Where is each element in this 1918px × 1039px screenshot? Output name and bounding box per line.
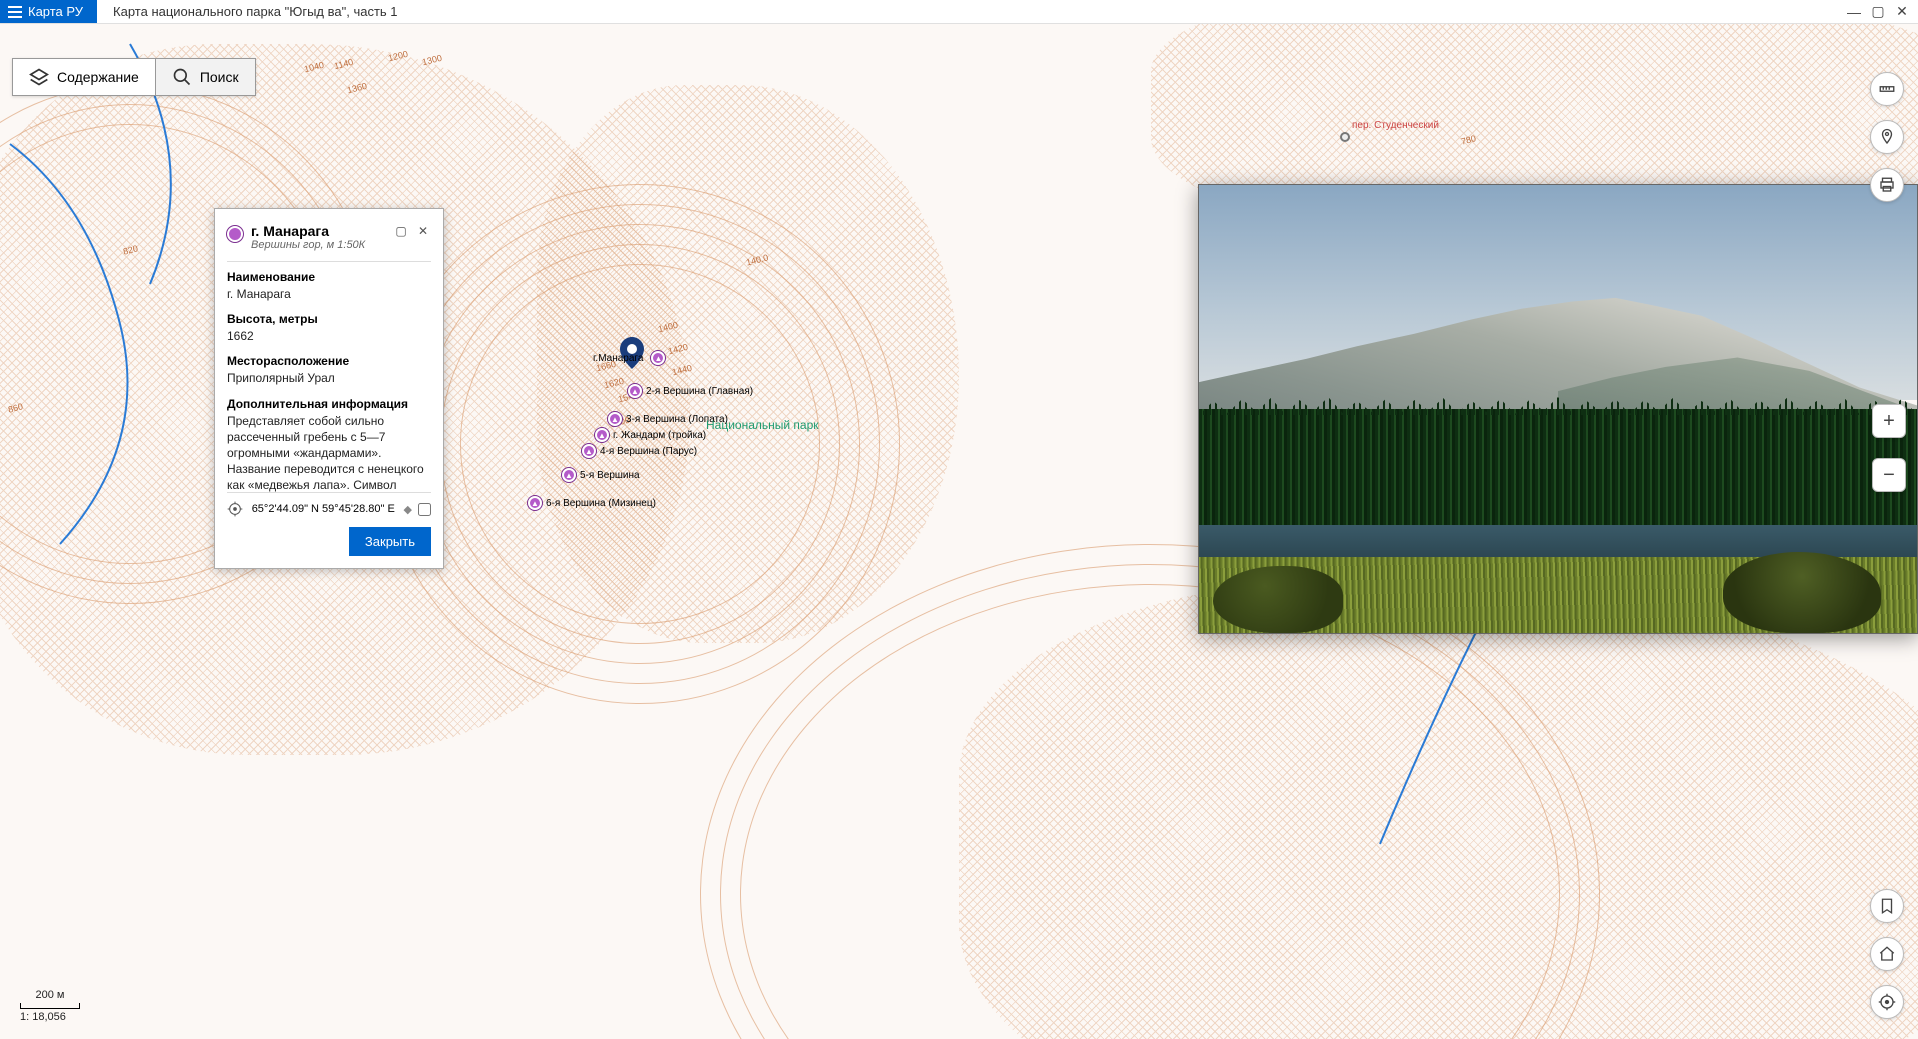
peak-icon: ▲ bbox=[628, 384, 642, 398]
peak-type-icon bbox=[227, 226, 243, 242]
search-icon bbox=[172, 67, 192, 87]
photo-overlay[interactable] bbox=[1198, 184, 1918, 634]
bottom-tools bbox=[1870, 889, 1904, 1019]
peak-marker[interactable]: ▲ 6-я Вершина (Мизинец) bbox=[528, 496, 656, 510]
popup-close-button[interactable]: ✕ bbox=[415, 223, 431, 239]
field-label: Месторасположение bbox=[227, 354, 427, 368]
zoom-in-button[interactable]: + bbox=[1872, 404, 1906, 438]
search-label: Поиск bbox=[200, 69, 239, 85]
peak-label: 6-я Вершина (Мизинец) bbox=[546, 498, 656, 509]
popup-maximize-button[interactable]: ▢ bbox=[393, 223, 409, 239]
field-label: Высота, метры bbox=[227, 312, 427, 326]
pass-icon bbox=[1340, 132, 1350, 142]
peak-label: 2-я Вершина (Главная) bbox=[646, 386, 753, 397]
peak-label: г. Жандарм (тройка) bbox=[613, 430, 706, 441]
peak-icon: ▲ bbox=[582, 444, 596, 458]
peak-marker[interactable]: г.Манарага ▲ bbox=[593, 351, 665, 365]
scale-bar: 200 м 1: 18,056 bbox=[20, 989, 80, 1023]
scale-ratio: 1: 18,056 bbox=[20, 1011, 80, 1023]
peak-label: 4-я Вершина (Парус) bbox=[600, 446, 697, 457]
coord-checkbox[interactable] bbox=[418, 503, 431, 516]
measure-tool[interactable] bbox=[1870, 72, 1904, 106]
maximize-button[interactable]: ▢ bbox=[1868, 2, 1888, 22]
menu-icon[interactable] bbox=[8, 6, 22, 18]
peak-marker[interactable]: ▲ г. Жандарм (тройка) bbox=[595, 428, 706, 442]
app-name: Карта РУ bbox=[28, 4, 83, 19]
side-tools bbox=[1870, 72, 1904, 202]
field-value: г. Манарага bbox=[227, 286, 427, 302]
feature-popup: г. Манарага Вершины гор, м 1:50К ▢ ✕ Наи… bbox=[214, 208, 444, 569]
map-title: Карта национального парка "Югыд ва", час… bbox=[97, 4, 1844, 19]
field-value: 1662 bbox=[227, 328, 427, 344]
geolocate-tool[interactable] bbox=[1870, 985, 1904, 1019]
peak-marker[interactable]: ▲ 4-я Вершина (Парус) bbox=[582, 444, 697, 458]
field-label: Дополнительная информация bbox=[227, 397, 427, 411]
close-window-button[interactable]: ✕ bbox=[1892, 2, 1912, 22]
pin-tool[interactable] bbox=[1870, 120, 1904, 154]
park-label: Национальный парк bbox=[706, 418, 819, 432]
peak-marker[interactable]: ▲ 2-я Вершина (Главная) bbox=[628, 384, 753, 398]
peak-label: 5-я Вершина bbox=[580, 470, 640, 481]
coordinates: 65°2'44.09" N 59°45'28.80" E bbox=[249, 503, 398, 515]
home-tool[interactable] bbox=[1870, 937, 1904, 971]
locate-icon[interactable] bbox=[227, 501, 243, 517]
peak-icon: ▲ bbox=[608, 412, 622, 426]
popup-body[interactable]: Наименование г. Манарага Высота, метры 166… bbox=[227, 262, 431, 492]
search-button[interactable]: Поиск bbox=[156, 59, 255, 95]
peak-icon: ▲ bbox=[528, 496, 542, 510]
peak-icon: ▲ bbox=[595, 428, 609, 442]
contents-label: Содержание bbox=[57, 69, 139, 85]
peak-label: г.Манарага bbox=[593, 353, 643, 364]
pass-label: пер. Студенческий bbox=[1352, 120, 1439, 131]
field-value: Приполярный Урал bbox=[227, 370, 427, 386]
field-value: Представляет собой сильно рассеченный гр… bbox=[227, 413, 427, 492]
peak-icon: ▲ bbox=[562, 468, 576, 482]
peak-marker[interactable]: ▲ 5-я Вершина bbox=[562, 468, 640, 482]
minimize-button[interactable]: — bbox=[1844, 2, 1864, 22]
scale-distance: 200 м bbox=[20, 989, 80, 1001]
print-tool[interactable] bbox=[1870, 168, 1904, 202]
app-brand[interactable]: Карта РУ bbox=[0, 0, 97, 23]
layers-icon bbox=[29, 67, 49, 87]
top-toolbar: Содержание Поиск bbox=[12, 58, 256, 96]
popup-close-action[interactable]: Закрыть bbox=[349, 527, 431, 556]
peak-icon: ▲ bbox=[651, 351, 665, 365]
map-canvas[interactable]: 820 860 1040 1140 1200 1300 1360 1400 14… bbox=[0, 24, 1918, 1039]
titlebar: Карта РУ Карта национального парка "Югыд… bbox=[0, 0, 1918, 24]
popup-title: г. Манарага bbox=[251, 223, 385, 239]
popup-subtitle: Вершины гор, м 1:50К bbox=[251, 239, 385, 251]
zoom-control: + − bbox=[1872, 404, 1906, 492]
field-label: Наименование bbox=[227, 270, 427, 284]
contents-button[interactable]: Содержание bbox=[13, 59, 156, 95]
window-controls: — ▢ ✕ bbox=[1844, 2, 1918, 22]
bookmark-tool[interactable] bbox=[1870, 889, 1904, 923]
coord-format-stepper[interactable]: ◆ bbox=[404, 503, 412, 516]
zoom-out-button[interactable]: − bbox=[1872, 458, 1906, 492]
